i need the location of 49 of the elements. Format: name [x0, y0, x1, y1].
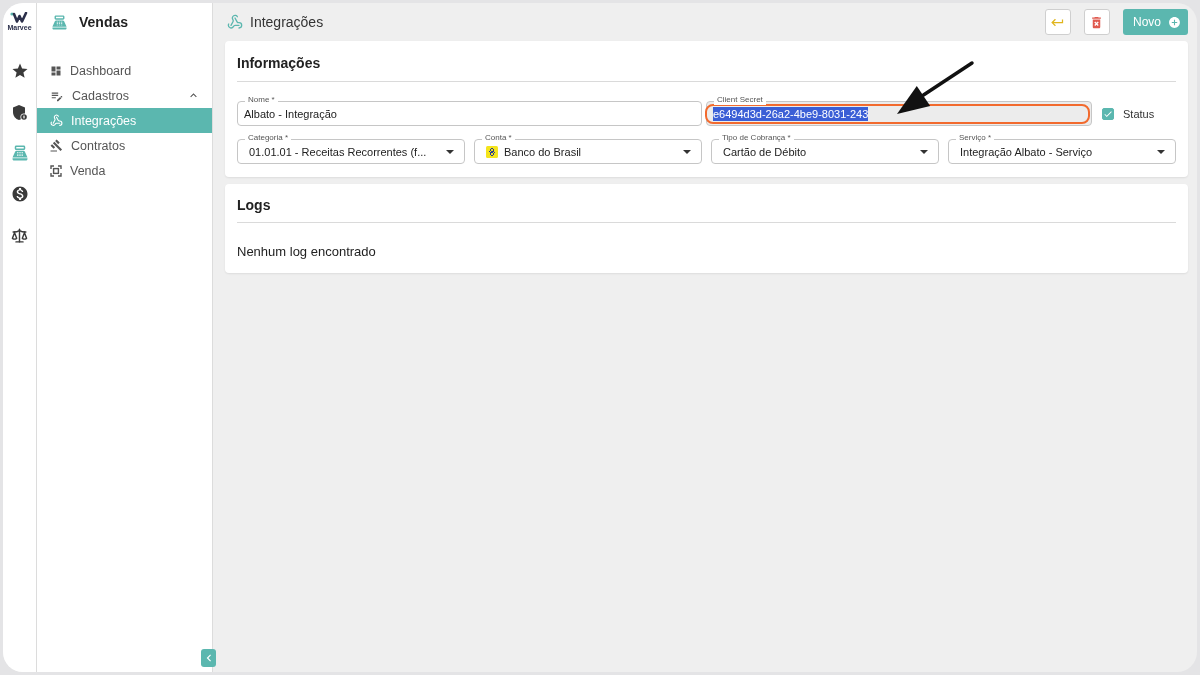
frame-icon — [50, 164, 62, 177]
card-title: Informações — [237, 41, 1176, 82]
card-title: Logs — [237, 184, 1176, 223]
text-field[interactable]: Albato - Integração — [237, 101, 702, 126]
dropdown-arrow-icon — [446, 149, 454, 154]
rail-button[interactable] — [10, 62, 29, 80]
dropdown-arrow-icon — [1157, 149, 1165, 154]
shield-icon — [11, 103, 28, 121]
field-value: 01.01.01 - Receitas Recorrentes (f... — [249, 145, 428, 158]
field-label: Nome * — [245, 95, 278, 105]
select-field[interactable]: Banco do Brasil — [474, 139, 702, 164]
field-value: Integração Albato - Serviço — [960, 145, 1094, 158]
collapse-button[interactable] — [201, 649, 216, 667]
sidebar-item[interactable]: Venda — [37, 158, 212, 183]
field-value: Cartão de Débito — [723, 145, 808, 158]
dropdown-arrow-icon — [683, 149, 691, 154]
page-title: Integrações — [250, 14, 324, 30]
sidebar-title: Vendas — [79, 14, 129, 30]
webhook-icon — [227, 14, 243, 30]
delete-button[interactable] — [1084, 9, 1110, 35]
sidebar-item[interactable]: Dashboard — [37, 58, 212, 83]
field-label: Tipo de Cobrança * — [719, 133, 794, 143]
dashboard-icon — [50, 64, 62, 77]
sidebar-item[interactable]: Contratos — [37, 133, 212, 158]
field-value: Banco do Brasil — [504, 145, 583, 158]
sidebar-item[interactable]: Cadastros — [37, 83, 212, 108]
empty-message: Nenhum log encontrado — [237, 243, 377, 261]
star-icon — [10, 62, 29, 80]
text-field[interactable]: e6494d3d-26a2-4be9-8031-243 — [706, 101, 1092, 126]
rail-button[interactable] — [10, 185, 29, 203]
rail-button[interactable] — [10, 226, 29, 244]
dropdown-arrow-icon — [920, 149, 928, 154]
webhook-icon — [50, 114, 63, 127]
field-label: Categoria * — [245, 133, 292, 143]
logo-mark-icon — [10, 12, 29, 23]
scale-icon — [11, 226, 28, 244]
dollar-icon — [10, 185, 29, 203]
status-label: Status — [1123, 107, 1155, 120]
gavel-icon — [50, 139, 63, 152]
selected-text: e6494d3d-26a2-4be9-8031-243 — [713, 106, 869, 121]
bank-logo-icon — [486, 145, 498, 158]
field-value: Albato - Integração — [244, 106, 337, 121]
field-label: Conta * — [482, 133, 515, 143]
field-label: Serviço * — [956, 133, 994, 143]
cash-register-icon — [51, 13, 68, 31]
rail-button[interactable] — [10, 103, 29, 121]
cash-register-icon — [10, 144, 29, 162]
status-checkbox[interactable] — [1102, 107, 1114, 120]
field-label: Client Secret — [714, 95, 766, 105]
